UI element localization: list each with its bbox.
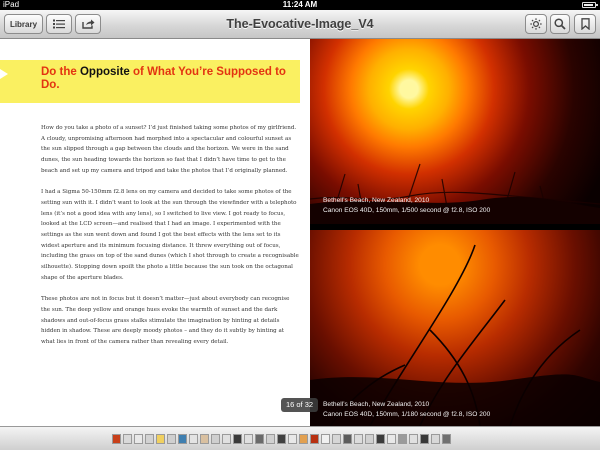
- page-thumbnail[interactable]: [310, 434, 319, 444]
- reader-toolbar: Library The-Evocative-Image_V4: [0, 10, 600, 39]
- page-thumbnail[interactable]: [343, 434, 352, 444]
- page-number-badge: 16 of 32: [281, 398, 318, 412]
- page-thumbnail[interactable]: [365, 434, 374, 444]
- page-thumbnail[interactable]: [376, 434, 385, 444]
- headline-banner: Do the Opposite of What You’re Supposed …: [0, 60, 300, 103]
- page-thumbnail[interactable]: [288, 434, 297, 444]
- library-button[interactable]: Library: [4, 14, 43, 34]
- photo-caption: Bethell’s Beach, New Zealand, 2010 Canon…: [323, 400, 490, 419]
- page-thumbnail[interactable]: [134, 434, 143, 444]
- search-button[interactable]: [550, 14, 570, 34]
- page-thumbnail[interactable]: [321, 434, 330, 444]
- page-thumbnail[interactable]: [123, 434, 132, 444]
- page-thumbnail[interactable]: [431, 434, 440, 444]
- page-thumbnail[interactable]: [112, 434, 121, 444]
- headline-part1: Do the: [41, 66, 80, 78]
- page-thumbnail[interactable]: [409, 434, 418, 444]
- brightness-button[interactable]: [525, 14, 547, 34]
- page-thumbnail[interactable]: [442, 434, 451, 444]
- status-bar: iPad 11:24 AM: [0, 0, 600, 10]
- page-thumbnail[interactable]: [244, 434, 253, 444]
- list-icon: [53, 19, 65, 29]
- page-thumbnail[interactable]: [167, 434, 176, 444]
- caption-exif: Canon EOS 40D, 150mm, 1/500 second @ f2.…: [323, 206, 491, 214]
- caption-location: Bethell’s Beach, New Zealand, 2010: [323, 197, 430, 204]
- headline-emphasis: Opposite: [79, 66, 130, 78]
- caption-location: Bethell’s Beach, New Zealand, 2010: [323, 401, 430, 408]
- brightness-icon: [530, 18, 542, 30]
- photo-caption: Bethell’s Beach, New Zealand, 2010 Canon…: [323, 196, 490, 215]
- page-thumbnail[interactable]: [255, 434, 264, 444]
- page-thumbnails[interactable]: [112, 434, 451, 444]
- page-thumbnail[interactable]: [156, 434, 165, 444]
- page-thumbnail[interactable]: [145, 434, 154, 444]
- battery-icon: [582, 2, 598, 8]
- page-thumbnail[interactable]: [189, 434, 198, 444]
- page-thumbnail[interactable]: [354, 434, 363, 444]
- page-thumbnail[interactable]: [178, 434, 187, 444]
- share-button[interactable]: [75, 14, 101, 34]
- paragraph: How do you take a photo of a sunset? I’d…: [41, 125, 297, 174]
- page-scrubber[interactable]: [0, 426, 600, 450]
- caption-exif: Canon EOS 40D, 150mm, 1/180 second @ f2.…: [323, 410, 491, 418]
- page-thumbnail[interactable]: [266, 434, 275, 444]
- page-thumbnail[interactable]: [200, 434, 209, 444]
- book-spread[interactable]: Do the Opposite of What You’re Supposed …: [0, 39, 600, 426]
- article-body: How do you take a photo of a sunset? I’d…: [41, 123, 299, 358]
- banner-arrow-icon: [0, 69, 8, 79]
- page-thumbnail[interactable]: [420, 434, 429, 444]
- page-thumbnail[interactable]: [398, 434, 407, 444]
- clock: 11:24 AM: [282, 0, 318, 9]
- bookmark-button[interactable]: [574, 14, 596, 34]
- page-thumbnail[interactable]: [222, 434, 231, 444]
- bookmark-icon: [580, 18, 590, 30]
- paragraph: I had a Sigma 50-150mm f2.8 lens on my c…: [41, 189, 299, 281]
- page-thumbnail[interactable]: [387, 434, 396, 444]
- search-icon: [554, 18, 566, 30]
- page-thumbnail[interactable]: [299, 434, 308, 444]
- right-page[interactable]: Bethell’s Beach, New Zealand, 2010 Canon…: [310, 39, 600, 426]
- page-thumbnail[interactable]: [332, 434, 341, 444]
- page-thumbnail[interactable]: [277, 434, 286, 444]
- sunset-photo[interactable]: Bethell’s Beach, New Zealand, 2010 Canon…: [310, 230, 600, 426]
- share-icon: [81, 19, 94, 29]
- paragraph: These photos are not in focus but it doe…: [41, 296, 290, 346]
- page-thumbnail[interactable]: [211, 434, 220, 444]
- left-page[interactable]: Do the Opposite of What You’re Supposed …: [0, 39, 310, 426]
- battery-level: [584, 4, 593, 6]
- book-title: The-Evocative-Image_V4: [226, 17, 374, 31]
- sunset-photo[interactable]: Bethell’s Beach, New Zealand, 2010 Canon…: [310, 39, 600, 224]
- table-of-contents-button[interactable]: [46, 14, 72, 34]
- grass-silhouette: [310, 244, 600, 426]
- chapter-headline: Do the Opposite of What You’re Supposed …: [41, 66, 291, 92]
- page-thumbnail[interactable]: [233, 434, 242, 444]
